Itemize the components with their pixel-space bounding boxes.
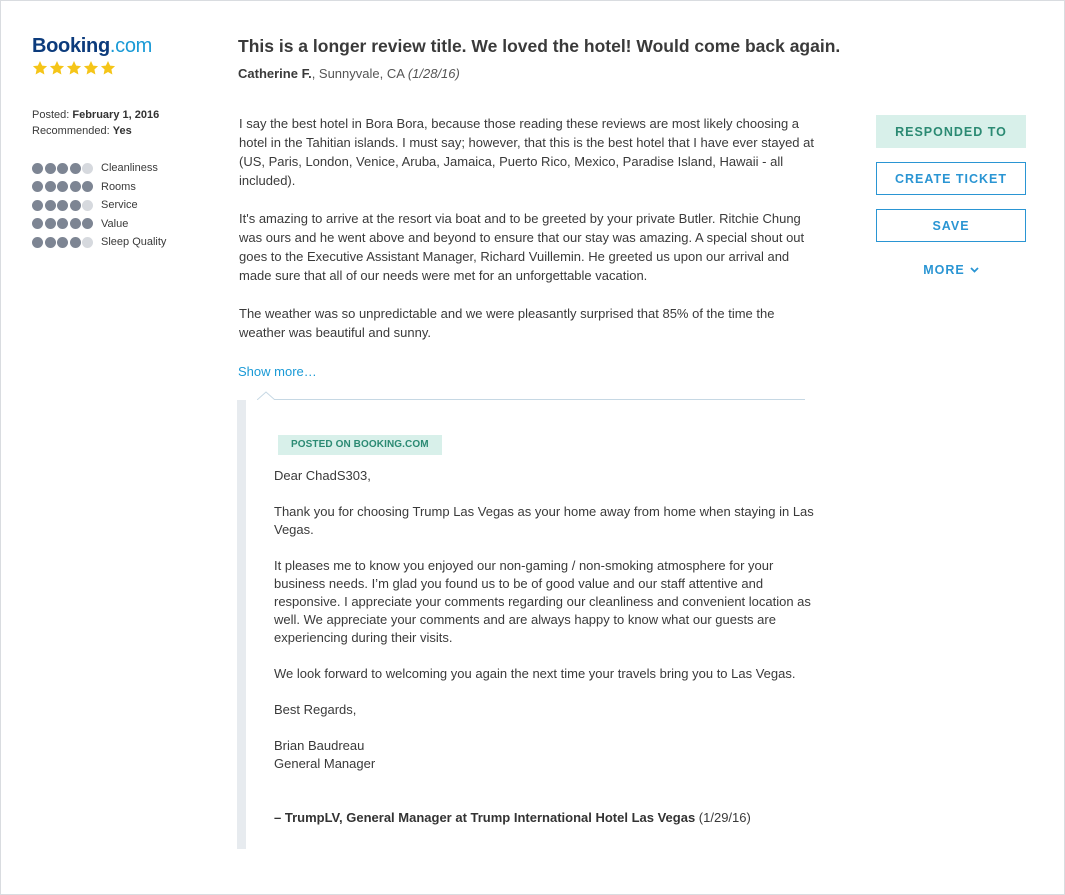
booking-logo: Booking.com [32,35,202,57]
rating-row-cleanliness: Cleanliness [32,159,202,178]
posted-on-badge: POSTED ON BOOKING.COM [278,435,442,455]
rating-dot-filled [82,218,93,230]
rating-dots [32,162,101,174]
reviewer-name: Catherine F. [238,66,312,81]
save-button[interactable]: SAVE [876,209,1026,242]
rating-dot-filled [69,162,81,174]
posted-date: February 1, 2016 [72,109,160,121]
rating-dot-filled [44,162,56,174]
response-paragraph: Thank you for choosing Trump Las Vegas a… [274,504,814,537]
management-response: POSTED ON BOOKING.COM Dear ChadS303, Tha… [237,400,816,849]
star-icon [49,61,65,75]
response-signature: – TrumpLV, General Manager at Trump Inte… [274,809,751,827]
response-paragraph: Dear ChadS303, [274,468,371,483]
review-paragraph: I say the best hotel in Bora Bora, becau… [239,116,814,188]
star-icon [66,61,82,75]
review-body: I say the best hotel in Bora Bora, becau… [239,114,824,361]
review-paragraph: It's amazing to arrive at the resort via… [239,211,805,283]
rating-dot-filled [32,199,43,211]
review-card: Booking.com Posted: February 1, 2016 Rec… [0,0,1065,895]
rating-label: Sleep Quality [101,236,167,249]
rating-label: Rooms [101,180,136,193]
signature-author: – TrumpLV, General Manager at Trump Inte… [274,810,696,825]
signer-name: Brian Baudreau [274,738,365,753]
posted-label: Posted: [32,109,70,121]
rating-dot-filled [44,181,56,193]
review-meta-column: Booking.com Posted: February 1, 2016 Rec… [32,35,202,252]
star-rating [32,60,202,78]
show-more-link[interactable]: Show more… [238,362,317,381]
rating-dot-filled [32,236,43,248]
more-label: MORE [923,263,965,277]
responded-to-button[interactable]: RESPONDED TO [876,115,1026,148]
create-ticket-button[interactable]: CREATE TICKET [876,162,1026,195]
rating-dot-filled [32,181,43,193]
recommended-row: Recommended: Yes [32,123,202,139]
response-paragraph: We look forward to welcoming you again t… [274,666,796,681]
posted-row: Posted: February 1, 2016 [32,107,202,123]
review-meta: Posted: February 1, 2016 Recommended: Ye… [32,107,202,139]
rating-dots [32,236,101,248]
recommended-value: Yes [112,125,132,137]
rating-dot-filled [57,162,68,174]
rating-label: Cleanliness [101,162,158,175]
rating-label: Value [101,217,129,230]
rating-dot-filled [82,181,93,193]
rating-dot-filled [44,199,56,211]
star-icon [83,61,99,75]
rating-row-rooms: Rooms [32,178,202,197]
rating-dot-filled [57,236,68,248]
rating-dot-filled [69,218,81,230]
recommended-label: Recommended: [32,125,110,137]
rating-dot-filled [69,199,81,211]
review-title: This is a longer review title. We loved … [238,36,841,56]
rating-dot-empty [82,199,93,211]
rating-dot-filled [32,218,43,230]
rating-dot-empty [82,162,93,174]
review-byline: Catherine F., Sunnyvale, CA (1/28/16) [238,65,460,83]
signer-title: General Manager [274,756,376,771]
more-menu-button[interactable]: MORE [876,260,1026,279]
logo-part-booking: Booking [32,35,110,57]
rating-dots [32,218,101,230]
rating-dot-empty [82,236,93,248]
response-paragraph: It pleases me to know you enjoyed our no… [274,558,811,645]
star-icon [100,61,116,75]
rating-row-service: Service [32,196,202,215]
chevron-down-icon [970,260,979,278]
rating-label: Service [101,199,138,212]
reviewer-location: , Sunnyvale, CA [311,66,405,81]
rating-dot-filled [44,218,56,230]
response-body: Dear ChadS303, Thank you for choosing Tr… [274,467,814,791]
rating-dots [32,181,101,193]
response-signer: Brian Baudreau General Manager [274,737,814,773]
rating-row-sleep-quality: Sleep Quality [32,233,202,252]
rating-dot-filled [57,199,68,211]
logo-part-com: .com [109,35,153,57]
rating-dot-filled [57,181,68,193]
rating-dot-filled [69,181,81,193]
review-date: (1/28/16) [407,66,460,81]
response-paragraph: Best Regards, [274,702,357,717]
rating-dot-filled [57,218,68,230]
rating-dot-filled [32,162,43,174]
category-ratings: Cleanliness Rooms Service Value Sleep Qu… [32,159,202,252]
rating-dots [32,199,101,211]
rating-row-value: Value [32,215,202,234]
star-icon [32,61,48,75]
rating-dot-filled [44,236,56,248]
review-paragraph: The weather was so unpredictable and we … [239,306,775,340]
rating-dot-filled [69,236,81,248]
signature-date: (1/29/16) [695,810,751,825]
